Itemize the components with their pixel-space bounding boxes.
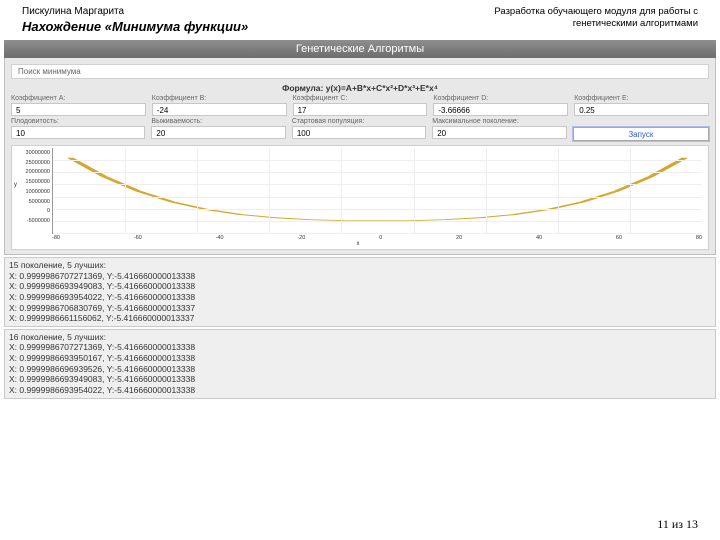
label-coef-a: Коэффициент A:: [11, 95, 146, 102]
results-line: X: 0.9999986707271369, Y:-5.416660000013…: [9, 271, 711, 282]
results-line: X: 0.9999986696939526, Y:-5.416660000013…: [9, 364, 711, 375]
page-number: 11 из 13: [657, 517, 698, 532]
results-block-1: 15 поколение, 5 лучших: X: 0.99999867072…: [4, 257, 716, 327]
results-line: X: 0.9999986661156062, Y:-5.416660000013…: [9, 313, 711, 324]
project-title: Разработка обучающего модуля для работы …: [458, 6, 698, 34]
results-line: X: 0.9999986706830769, Y:-5.416660000013…: [9, 303, 711, 314]
input-fertility[interactable]: 10: [11, 126, 145, 139]
results-header: 16 поколение, 5 лучших:: [9, 332, 711, 343]
results-line: X: 0.9999986693949083, Y:-5.416660000013…: [9, 281, 711, 292]
results-line: X: 0.9999986693954022, Y:-5.416660000013…: [9, 292, 711, 303]
label-coef-d: Коэффициент D:: [433, 95, 568, 102]
label-coef-c: Коэффициент C:: [293, 95, 428, 102]
input-start-pop[interactable]: 100: [292, 126, 426, 139]
label-survival: Выживаемость:: [151, 118, 285, 125]
chart-x-label: x: [14, 241, 702, 247]
chart-x-axis: -80 -60 -40 -20 0 20 40 60 80: [14, 234, 702, 241]
y-tick: 30000000: [26, 150, 50, 156]
author-name: Пискулина Маргарита: [22, 6, 248, 17]
chart: y 30000000 25000000 20000000 15000000 10…: [11, 145, 709, 250]
input-coef-b[interactable]: -24: [152, 103, 287, 116]
y-tick: 10000000: [26, 189, 50, 195]
input-coef-d[interactable]: -3.66666: [433, 103, 568, 116]
results-line: X: 0.9999986693949083, Y:-5.416660000013…: [9, 374, 711, 385]
y-tick: 25000000: [26, 160, 50, 166]
run-button[interactable]: Запуск: [573, 127, 709, 141]
label-max-gen: Максимальное поколение:: [432, 118, 566, 125]
slide-title: Нахождение «Минимума функции»: [22, 19, 248, 34]
y-tick: -5000000: [27, 218, 50, 224]
results-line: X: 0.9999986707271369, Y:-5.416660000013…: [9, 342, 711, 353]
y-tick: 0: [47, 208, 50, 214]
tab-search-minimum[interactable]: Поиск минимума: [11, 64, 709, 79]
input-max-gen[interactable]: 20: [432, 126, 566, 139]
input-coef-a[interactable]: 5: [11, 103, 146, 116]
app-screenshot: Генетические Алгоритмы Поиск минимума Фо…: [4, 40, 716, 255]
results-line: X: 0.9999986693950167, Y:-5.416660000013…: [9, 353, 711, 364]
y-tick: 5000000: [29, 199, 50, 205]
label-coef-e: Коэффициент E:: [574, 95, 709, 102]
chart-y-label: y: [14, 182, 17, 188]
results-header: 15 поколение, 5 лучших:: [9, 260, 711, 271]
results-line: X: 0.9999986693954022, Y:-5.416660000013…: [9, 385, 711, 396]
label-start-pop: Стартовая популяция:: [292, 118, 426, 125]
y-tick: 20000000: [26, 169, 50, 175]
app-titlebar: Генетические Алгоритмы: [4, 40, 716, 58]
input-coef-e[interactable]: 0.25: [574, 103, 709, 116]
chart-y-axis: 30000000 25000000 20000000 15000000 1000…: [14, 148, 52, 234]
label-coef-b: Коэффициент B:: [152, 95, 287, 102]
chart-plot-area: [52, 148, 702, 234]
input-survival[interactable]: 20: [151, 126, 285, 139]
label-fertility: Плодовитость:: [11, 118, 145, 125]
y-tick: 15000000: [26, 179, 50, 185]
formula-label: Формула: y(x)=A+B*x+C*x²+D*x³+E*x⁴: [11, 83, 709, 93]
results-block-2: 16 поколение, 5 лучших: X: 0.99999867072…: [4, 329, 716, 399]
input-coef-c[interactable]: 17: [293, 103, 428, 116]
